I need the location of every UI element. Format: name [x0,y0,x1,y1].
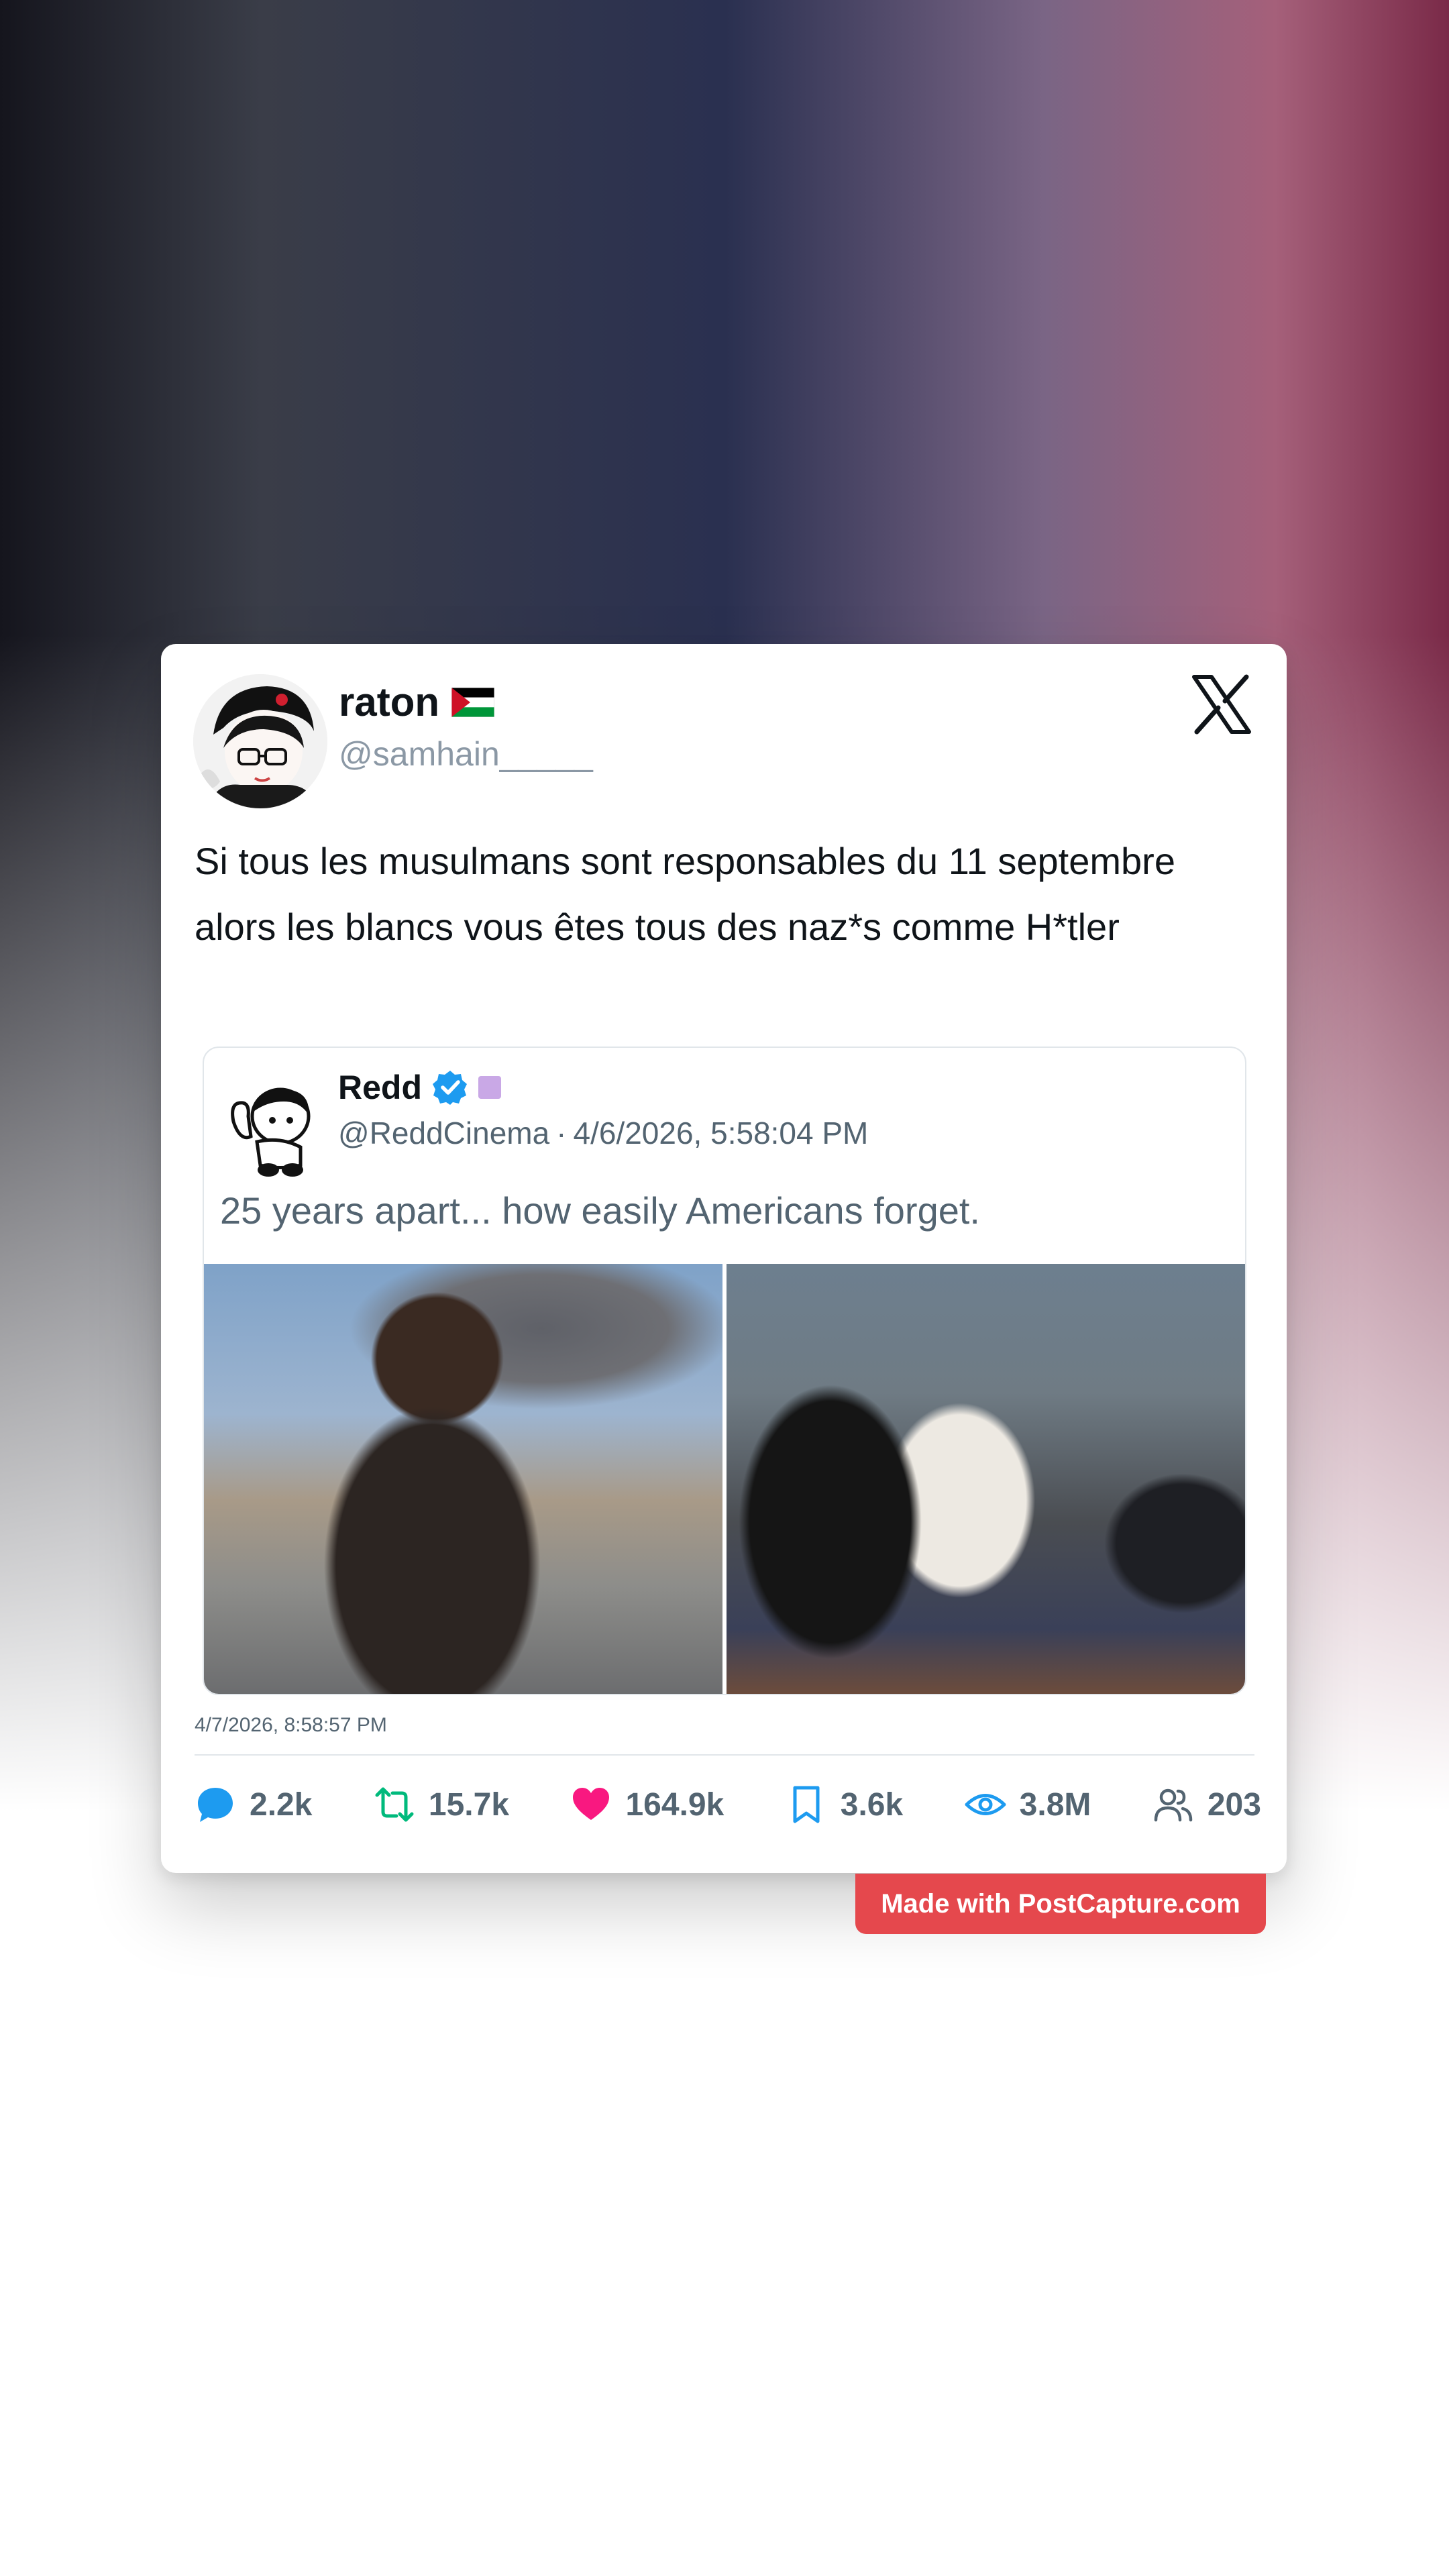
meta-separator: · [556,1116,567,1150]
quotes-stat[interactable]: 203 [1152,1784,1261,1825]
palestine-flag-icon [451,687,494,717]
quoted-text: 25 years apart... how easily Americans f… [220,1189,980,1232]
engagement-stats: 2.2k 15.7k 164.9k 3.6k 3.8M 203 [195,1778,1261,1831]
quoted-name-row: Redd [338,1068,501,1107]
repost-stat[interactable]: 15.7k [374,1784,509,1825]
author-display-name[interactable]: raton [339,679,439,725]
quoted-author-avatar[interactable] [220,1075,327,1182]
verified-badge-icon [433,1071,467,1105]
quoted-handle[interactable]: @ReddCinema [338,1115,549,1151]
author-avatar[interactable] [193,674,327,808]
quoted-display-name[interactable]: Redd [338,1068,422,1107]
repost-icon [375,1787,414,1822]
postcapture-watermark[interactable]: Made with PostCapture.com [855,1874,1266,1934]
reply-stat[interactable]: 2.2k [195,1784,312,1825]
eye-icon [965,1794,1006,1815]
stats-divider [195,1754,1254,1756]
author-handle[interactable]: @samhain_____ [339,735,593,773]
views-count: 3.8M [1019,1786,1091,1823]
heart-icon [573,1788,610,1820]
quoted-tweet[interactable]: Redd @ReddCinema · 4/6/2026, 5:58:04 PM … [203,1046,1246,1695]
reply-count: 2.2k [250,1786,313,1823]
like-count: 164.9k [625,1786,724,1823]
tweet-text: Si tous les musulmans sont responsables … [195,840,1175,948]
quoted-meta: @ReddCinema · 4/6/2026, 5:58:04 PM [338,1115,868,1151]
tweet-card: raton @samhain_____ Si tous les musulman… [161,644,1287,1873]
quoted-media-grid [204,1264,1245,1694]
author-name-row: raton [339,679,494,725]
bookmark-count: 3.6k [840,1786,904,1823]
quotes-count: 203 [1207,1786,1261,1823]
x-logo-icon[interactable] [1191,674,1252,735]
repost-count: 15.7k [428,1786,510,1823]
affiliate-badge-icon [478,1076,501,1099]
bookmark-icon [793,1786,820,1823]
group-sitting-photo[interactable] [727,1264,1245,1694]
quoted-datetime[interactable]: 4/6/2026, 5:58:04 PM [574,1115,869,1151]
reply-icon [198,1788,233,1822]
users-icon [1154,1788,1193,1822]
tweet-timestamp[interactable]: 4/7/2026, 8:58:57 PM [195,1714,387,1737]
views-stat[interactable]: 3.8M [965,1784,1091,1825]
crying-woman-photo[interactable] [204,1264,722,1694]
bookmark-stat[interactable]: 3.6k [786,1784,903,1825]
like-stat[interactable]: 164.9k [570,1784,724,1825]
